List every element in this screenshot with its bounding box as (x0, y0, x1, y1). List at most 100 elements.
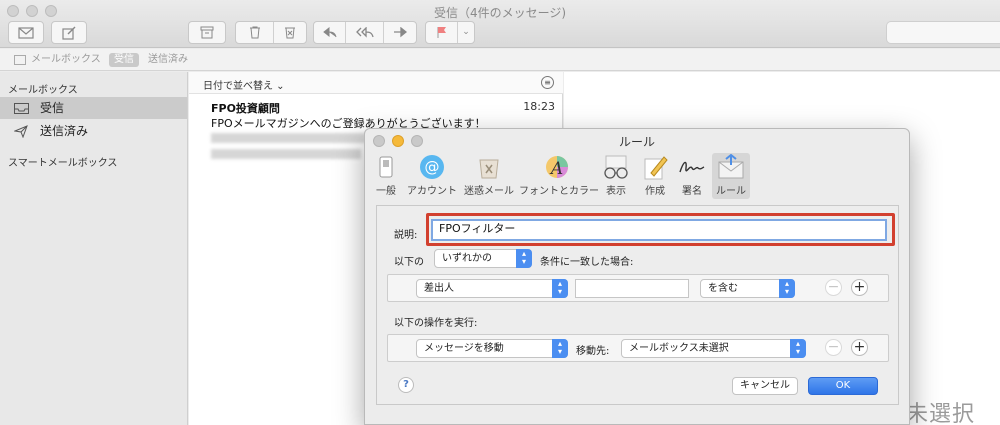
tab-label: 一般 (376, 186, 396, 197)
dialog-title: ルール (618, 135, 655, 149)
tab-junk-mail[interactable]: 迷惑メール (463, 153, 515, 199)
sidebar-heading: メールボックス (8, 85, 78, 96)
popup-arrows-icon: ▴ ▾ (790, 339, 806, 358)
add-condition-button[interactable]: + (851, 279, 868, 296)
message-preview-blurred (211, 149, 361, 159)
tab-label: 迷惑メール (464, 186, 514, 197)
tab-general[interactable]: 一般 (371, 153, 401, 199)
at-sign-icon: @ (417, 153, 447, 181)
inbox-icon (14, 97, 29, 122)
trash-icon (249, 26, 260, 39)
tab-label: 作成 (645, 186, 665, 197)
description-label: 説明: (394, 230, 418, 241)
action-type-value: メッセージを移動 (424, 343, 504, 354)
junk-button[interactable] (274, 22, 306, 43)
reply-all-icon (355, 26, 374, 38)
svg-text:A: A (549, 159, 563, 179)
trash-button[interactable] (236, 22, 274, 43)
action-heading: 以下の操作を実行: (394, 318, 478, 329)
cancel-button[interactable]: キャンセル (732, 377, 798, 395)
remove-action-button[interactable]: − (825, 339, 842, 356)
move-target-popup[interactable]: メールボックス未選択 ▴ ▾ (621, 339, 806, 358)
tab-signatures[interactable]: 署名 (676, 153, 708, 199)
reply-all-button[interactable] (346, 22, 384, 43)
message-preview-blurred (211, 133, 371, 143)
condition-operator-value: を含む (708, 283, 738, 294)
ok-button[interactable]: OK (808, 377, 878, 395)
message-sender: FPO投資顧問 (211, 102, 280, 115)
popup-arrows-icon: ▴ ▾ (516, 249, 532, 268)
if-prefix-label: 以下の (394, 257, 424, 268)
message-time: 18:23 (523, 100, 555, 113)
match-type-value: いずれかの (442, 253, 492, 264)
tab-accounts[interactable]: @ アカウント (405, 153, 459, 199)
favorite-mailboxes[interactable]: メールボックス (31, 53, 101, 67)
popup-arrows-icon: ▴ ▾ (779, 279, 795, 298)
favorite-sent[interactable]: 送信済み (148, 53, 188, 67)
compose-button[interactable] (51, 21, 87, 44)
reply-icon (322, 26, 336, 38)
condition-operator-popup[interactable]: を含む ▴ ▾ (700, 279, 795, 298)
sidebar: メールボックス 受信 送信済み スマートメールボックス (0, 72, 188, 425)
sidebar-toggle-icon[interactable] (14, 55, 26, 65)
tab-rules[interactable]: ルール (712, 153, 750, 199)
favorites-bar: メールボックス 受信 送信済み (0, 49, 1000, 71)
archive-button[interactable] (188, 21, 226, 44)
tab-label: ルール (716, 186, 746, 197)
tab-composing[interactable]: 作成 (639, 153, 671, 199)
get-mail-button[interactable] (8, 21, 44, 44)
condition-row: 差出人 ▴ ▾ を含む ▴ ▾ − + (387, 274, 889, 302)
flag-menu-button[interactable]: ⌄ (458, 22, 474, 43)
chevron-down-icon: ⌄ (462, 27, 470, 37)
junk-bin-icon (474, 153, 504, 181)
description-field[interactable]: FPOフィルター (431, 219, 887, 241)
rules-dialog: ルール 一般 @ アカウント 迷惑メール A フォントとカラー 表示 作成 署名 (364, 128, 910, 425)
svg-text:@: @ (425, 158, 440, 176)
sidebar-item-label: 受信 (40, 101, 65, 115)
pencil-paper-icon (640, 153, 670, 181)
sort-bar: 日付で並べ替え ⌄ ≡ (189, 72, 563, 94)
flag-icon (437, 27, 446, 38)
remove-condition-button[interactable]: − (825, 279, 842, 296)
popup-arrows-icon: ▴ ▾ (552, 279, 568, 298)
font-color-icon: A (542, 153, 572, 181)
search-input[interactable] (886, 21, 1000, 44)
tab-fonts-colors[interactable]: A フォントとカラー (519, 153, 599, 199)
move-target-label: 移動先: (576, 346, 610, 357)
signature-icon (677, 153, 707, 181)
match-type-popup[interactable]: いずれかの ▴ ▾ (434, 249, 532, 268)
help-button[interactable]: ? (398, 377, 414, 393)
window-title: 受信（4件のメッセージ) (433, 6, 567, 20)
forward-button[interactable] (384, 22, 416, 43)
reply-button[interactable] (314, 22, 346, 43)
flag-group: ⌄ (425, 21, 475, 44)
favorite-inbox[interactable]: 受信 (109, 53, 139, 67)
filter-icon[interactable]: ≡ (541, 76, 554, 89)
junk-icon (285, 27, 295, 39)
rules-envelope-icon (716, 153, 746, 181)
glasses-icon (601, 153, 631, 181)
if-suffix-label: 条件に一致した場合: (540, 257, 634, 268)
condition-field-popup[interactable]: 差出人 ▴ ▾ (416, 279, 568, 298)
preferences-tabs: 一般 @ アカウント 迷惑メール A フォントとカラー 表示 作成 署名 ルール (365, 149, 909, 201)
sidebar-item-inbox[interactable]: 受信 (0, 97, 187, 119)
flag-button[interactable] (426, 22, 458, 43)
tab-label: フォントとカラー (519, 186, 599, 197)
rule-edit-sheet: 説明: FPOフィルター 以下の いずれかの ▴ ▾ 条件に一致した場合: 差出人… (376, 205, 899, 405)
mail-toolbar: 受信（4件のメッセージ) ⌄ (0, 0, 1000, 48)
sidebar-item-sent[interactable]: 送信済み (0, 120, 187, 142)
compose-icon (62, 26, 76, 40)
action-type-popup[interactable]: メッセージを移動 ▴ ▾ (416, 339, 568, 358)
forward-icon (394, 26, 408, 38)
archive-icon (200, 26, 214, 39)
tab-label: 署名 (682, 186, 702, 197)
tab-viewing[interactable]: 表示 (601, 153, 631, 199)
paper-plane-icon (13, 120, 28, 146)
action-row: メッセージを移動 ▴ ▾ 移動先: メールボックス未選択 ▴ ▾ − + (387, 334, 889, 362)
move-target-value: メールボックス未選択 (629, 343, 729, 354)
sort-menu[interactable]: 日付で並べ替え ⌄ (203, 77, 285, 92)
condition-value-field[interactable] (575, 279, 689, 298)
tab-label: アカウント (407, 186, 457, 197)
tab-label: 表示 (606, 186, 626, 197)
add-action-button[interactable]: + (851, 339, 868, 356)
